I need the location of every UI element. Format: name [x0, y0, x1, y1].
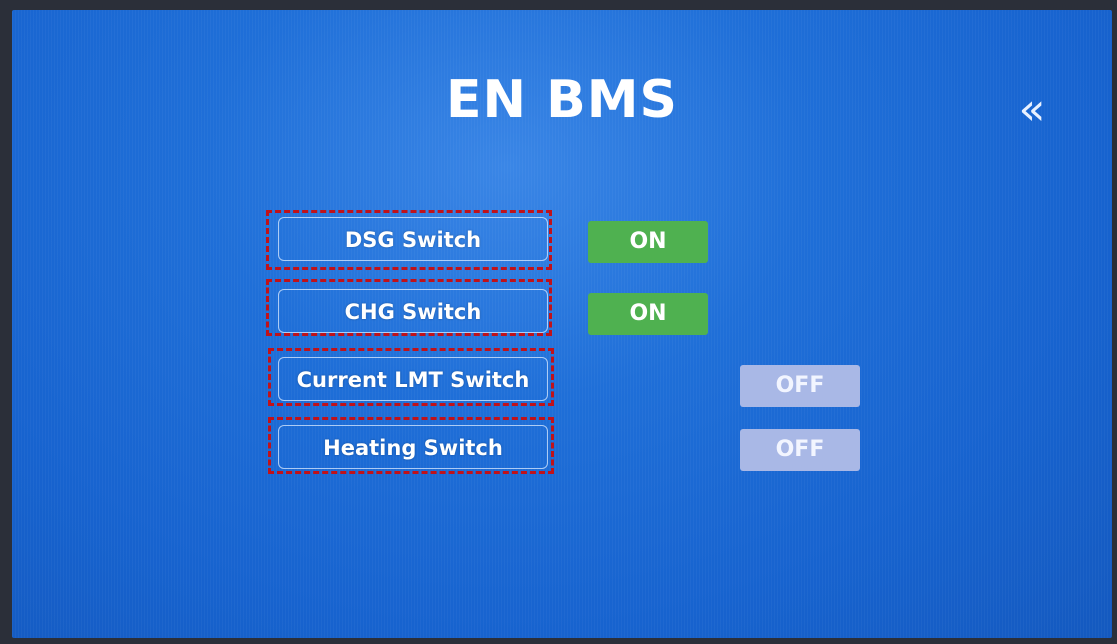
page-title: EN BMS	[446, 70, 678, 130]
current-lmt-switch-label: Current LMT Switch	[278, 357, 548, 401]
double-chevron-left-icon: «	[1018, 84, 1046, 135]
hmi-screen: EN BMS « DSG Switch ON CHG Switch ON Cur…	[12, 10, 1112, 638]
dsg-switch-toggle[interactable]: ON	[588, 221, 708, 263]
current-lmt-switch-toggle[interactable]: OFF	[740, 365, 860, 407]
back-button[interactable]: «	[1007, 80, 1057, 140]
heating-switch-toggle[interactable]: OFF	[740, 429, 860, 471]
heating-switch-label: Heating Switch	[278, 425, 548, 469]
dsg-switch-label: DSG Switch	[278, 217, 548, 261]
chg-switch-label: CHG Switch	[278, 289, 548, 333]
chg-switch-toggle[interactable]: ON	[588, 293, 708, 335]
